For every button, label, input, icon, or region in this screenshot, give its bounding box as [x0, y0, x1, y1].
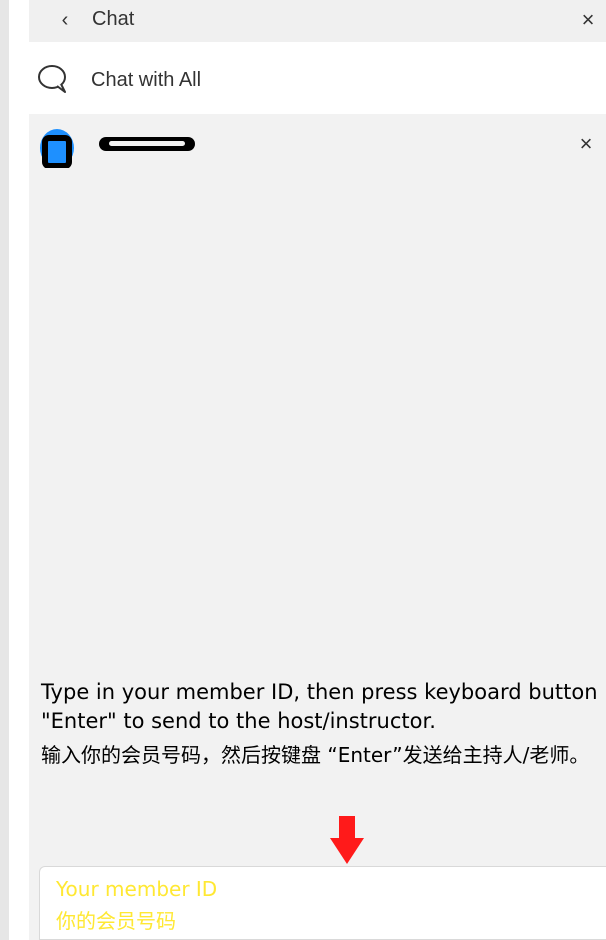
instruction-english: Type in your member ID, then press keybo…: [41, 680, 598, 733]
chat-bubble-icon: [38, 65, 66, 93]
redacted-contact-name: [99, 137, 195, 151]
chat-with-all-item[interactable]: Chat with All: [29, 42, 606, 114]
chat-with-all-label: Chat with All: [91, 69, 202, 91]
red-down-arrow-icon: [330, 816, 364, 864]
chat-panel: ‹ Chat × Chat with All × Type in your me…: [29, 0, 606, 940]
instruction-chinese: 输入你的会员号码，然后按键盘 “Enter”发送给主持人/老师。: [41, 743, 590, 767]
close-conversation-button[interactable]: ×: [576, 130, 596, 158]
instruction-text: Type in your member ID, then press keybo…: [41, 678, 601, 774]
close-panel-button[interactable]: ×: [578, 6, 598, 34]
window-edge: [0, 0, 9, 940]
back-button[interactable]: ‹: [55, 6, 75, 34]
panel-title: Chat: [92, 8, 135, 30]
chat-header: ‹ Chat ×: [29, 0, 606, 42]
conversation-item[interactable]: ×: [29, 114, 606, 178]
message-input-box: [39, 866, 606, 940]
user-avatar-icon: [40, 129, 74, 168]
message-input[interactable]: [40, 867, 606, 939]
